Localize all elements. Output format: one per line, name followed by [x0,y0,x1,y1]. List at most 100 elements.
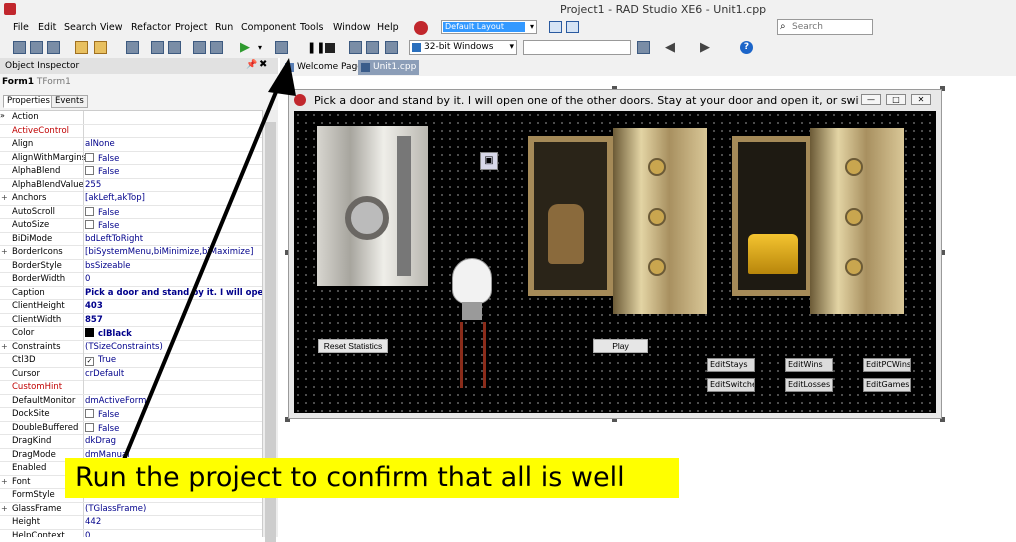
expand-icon[interactable]: + [1,193,8,202]
close-icon[interactable]: ✕ [911,94,931,105]
menu-component[interactable]: Component [241,22,296,33]
search-box[interactable]: ⌕ [777,19,873,35]
property-value[interactable]: 403 [85,301,262,311]
forward-arrow-icon[interactable]: ▶ [700,41,713,54]
property-row[interactable]: + Anchors [akLeft,akTop] [0,192,262,206]
help-icon[interactable]: ? [740,41,753,54]
edit-stays[interactable]: EditStays [707,358,755,372]
edit-wins[interactable]: EditWins [785,358,833,372]
property-value[interactable]: False [85,409,262,420]
back-arrow-icon[interactable]: ◀ [665,41,678,54]
property-value[interactable]: dkDrag [85,436,262,446]
save-icon[interactable] [126,41,139,54]
maximize-icon[interactable]: □ [886,94,906,105]
layout-combo[interactable]: Default Layout ▾ [441,20,537,34]
property-row[interactable]: CustomHint [0,381,262,395]
desktop-icon[interactable] [566,21,579,33]
search-input[interactable] [792,22,870,32]
checkbox-icon[interactable] [85,166,94,175]
play-button[interactable]: Play [593,339,648,353]
property-value[interactable]: Pick a door and stand by it. I will open… [85,288,262,298]
expand-icon[interactable]: + [1,504,8,513]
property-value[interactable]: [akLeft,akTop] [85,193,262,203]
run-to-cursor-icon[interactable] [385,41,398,54]
edit-losses[interactable]: EditLosses [785,378,833,392]
property-value[interactable]: False [85,206,262,218]
property-value[interactable]: crDefault [85,369,262,379]
menu-search[interactable]: Search [64,22,97,33]
property-value[interactable]: (TSizeConstraints) [85,342,262,352]
tab-properties[interactable]: Properties [3,95,54,108]
property-row[interactable]: DefaultMonitor dmActiveForm [0,394,262,408]
checkbox-icon[interactable] [85,206,94,216]
menu-help[interactable]: Help [377,22,399,33]
run-icon[interactable]: ▶ [240,41,253,54]
menu-project[interactable]: Project [175,22,208,33]
tab-events[interactable]: Events [51,95,88,108]
property-value[interactable]: clBlack [85,328,262,339]
open-icon[interactable] [47,41,60,54]
run-without-debugging-icon[interactable] [275,41,288,54]
property-row[interactable]: Action [0,111,262,125]
device-icon[interactable] [637,41,650,54]
save-all-icon[interactable] [151,41,164,54]
close-file-icon[interactable] [168,41,181,54]
property-row[interactable]: DoubleBuffered False [0,421,262,435]
property-row[interactable]: AlphaBlend False [0,165,262,179]
property-row[interactable]: DockSite False [0,408,262,422]
property-row[interactable]: AlignWithMargins False [0,151,262,165]
menu-edit[interactable]: Edit [38,22,56,33]
property-value[interactable]: (TGlassFrame) [85,504,262,514]
property-value[interactable]: False [85,152,262,164]
property-value[interactable]: bdLeftToRight [85,234,262,244]
property-value[interactable]: 0 [85,274,262,284]
property-row[interactable]: Caption Pick a door and stand by it. I wi… [0,286,262,300]
property-value[interactable]: dmActiveForm [85,396,262,406]
menu-refactor[interactable]: Refactor [131,22,171,33]
property-row[interactable]: AlphaBlendValue 255 [0,178,262,192]
gear-icon[interactable] [414,21,428,35]
configuration-combo[interactable] [523,40,631,55]
property-value[interactable]: [biSystemMenu,biMinimize,biMaximize] [85,247,262,257]
checkbox-icon[interactable] [85,409,94,418]
stop-icon[interactable] [325,43,335,53]
menu-tools[interactable]: Tools [300,22,323,33]
property-value[interactable]: 857 [85,315,262,325]
property-row[interactable]: + GlassFrame (TGlassFrame) [0,502,262,516]
property-value[interactable]: alNone [85,139,262,149]
property-row[interactable]: AutoSize False [0,219,262,233]
property-value[interactable]: False [85,166,262,177]
property-value[interactable]: 255 [85,180,262,190]
property-row[interactable]: + BorderIcons [biSystemMenu,biMinimize,biM… [0,246,262,260]
property-row[interactable]: Align alNone [0,138,262,152]
platform-combo[interactable]: 32-bit Windows ▾ [409,40,517,55]
add-file-icon[interactable] [193,41,206,54]
property-row[interactable]: + Constraints (TSizeConstraints) [0,340,262,354]
menu-run[interactable]: Run [215,22,233,33]
pause-icon[interactable]: ❚❚ [307,41,325,54]
menu-view[interactable]: View [100,22,123,33]
tab-unit1[interactable]: Unit1.cpp [358,60,420,75]
property-value[interactable]: bsSizeable [85,261,262,271]
property-row[interactable]: Ctl3D ✓ True [0,354,262,368]
save-layout-icon[interactable] [549,21,562,33]
step-over-icon[interactable] [349,41,362,54]
remove-file-icon[interactable] [210,41,223,54]
property-row[interactable]: Height 442 [0,516,262,530]
close-icon[interactable]: ✖ [259,59,267,70]
reset-statistics-button[interactable]: Reset Statistics [318,339,388,353]
property-value[interactable]: 0 [85,531,262,538]
edit-pc-wins[interactable]: EditPCWins [863,358,911,372]
expand-icon[interactable]: + [1,247,8,256]
expand-icon[interactable]: + [1,477,8,486]
property-row[interactable]: DragKind dkDrag [0,435,262,449]
open-project-icon[interactable] [75,41,88,54]
new-items-icon[interactable] [30,41,43,54]
checkbox-icon[interactable] [85,422,94,432]
property-value[interactable]: ✓ True [85,355,262,366]
property-row[interactable]: BorderWidth 0 [0,273,262,287]
menu-window[interactable]: Window [333,22,370,33]
checkbox-icon[interactable]: ✓ [85,357,94,366]
property-value[interactable]: False [85,422,262,434]
object-selector[interactable]: Form1 TForm1 [2,77,71,87]
